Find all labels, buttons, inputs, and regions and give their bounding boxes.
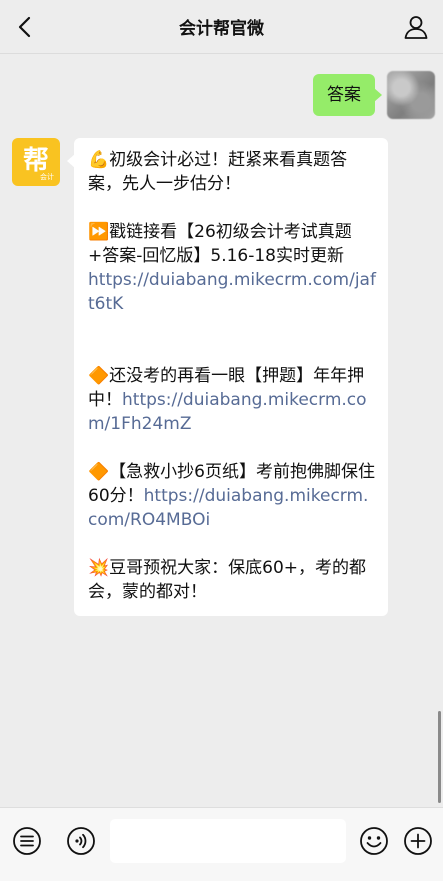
flexed-bicep-icon: 💪 bbox=[88, 150, 110, 170]
plus-icon bbox=[404, 827, 432, 855]
scrollbar-thumb[interactable] bbox=[438, 711, 441, 803]
chat-area[interactable]: 答案 帮 会计 💪初级会计必过！赶紧来看真题答案，先人一步估分！ ⏩戳链接看【2… bbox=[0, 55, 443, 807]
official-account-avatar[interactable]: 帮 会计 bbox=[12, 138, 60, 186]
message-paragraph-2: ⏩戳链接看【26初级会计考试真题+答案-回忆版】5.16-18实时更新 https… bbox=[88, 220, 376, 316]
person-icon bbox=[404, 16, 428, 39]
message-paragraph-1: 💪初级会计必过！赶紧来看真题答案，先人一步估分！ bbox=[88, 148, 376, 196]
menu-button[interactable] bbox=[11, 825, 43, 857]
orange-diamond-icon: 🔶 bbox=[88, 366, 110, 386]
avatar-char: 帮 bbox=[22, 146, 49, 176]
avatar-subtext: 会计 bbox=[40, 173, 54, 181]
more-button[interactable] bbox=[402, 825, 434, 857]
chevron-left-icon bbox=[18, 16, 31, 38]
voice-button[interactable] bbox=[65, 825, 97, 857]
chat-title: 会计帮官微 bbox=[179, 19, 264, 39]
paragraph-2-text: 戳链接看【26初级会计考试真题+答案-回忆版】5.16-18实时更新 bbox=[88, 222, 352, 266]
my-avatar[interactable] bbox=[387, 71, 435, 119]
link-predicted-questions[interactable]: https://duiabang.mikecrm.com/1Fh24mZ bbox=[88, 390, 367, 434]
emoji-icon bbox=[360, 827, 388, 855]
message-paragraph-3: 🔶还没考的再看一眼【押题】年年押中！https://duiabang.mikec… bbox=[88, 364, 376, 436]
profile-button[interactable] bbox=[401, 12, 431, 42]
collision-icon: 💥 bbox=[88, 558, 110, 578]
paragraph-5-text: 豆哥预祝大家：保底60+，考的都会，蒙的都对！ bbox=[88, 558, 367, 602]
back-button[interactable] bbox=[10, 12, 40, 42]
message-paragraph-4: 🔶【急救小抄6页纸】考前抱佛脚保住60分！https://duiabang.mi… bbox=[88, 460, 376, 532]
link-real-exam[interactable]: https://duiabang.mikecrm.com/jaft6tK bbox=[88, 270, 376, 314]
message-paragraph-5: 💥豆哥预祝大家：保底60+，考的都会，蒙的都对！ bbox=[88, 556, 376, 604]
incoming-bubble[interactable]: 💪初级会计必过！赶紧来看真题答案，先人一步估分！ ⏩戳链接看【26初级会计考试真… bbox=[67, 138, 388, 616]
voice-icon bbox=[67, 827, 95, 855]
input-bar bbox=[0, 807, 443, 881]
chat-header: 会计帮官微 bbox=[0, 0, 443, 54]
emoji-button[interactable] bbox=[358, 825, 390, 857]
menu-list-icon bbox=[13, 827, 41, 855]
outgoing-bubble[interactable]: 答案 bbox=[313, 74, 382, 116]
orange-diamond-icon: 🔶 bbox=[88, 462, 110, 482]
message-input[interactable] bbox=[110, 819, 346, 863]
paragraph-1-text: 初级会计必过！赶紧来看真题答案，先人一步估分！ bbox=[88, 150, 348, 194]
incoming-message: 帮 会计 💪初级会计必过！赶紧来看真题答案，先人一步估分！ ⏩戳链接看【26初级… bbox=[12, 138, 388, 616]
outgoing-message: 答案 bbox=[313, 71, 435, 119]
fast-forward-icon: ⏩ bbox=[88, 222, 110, 242]
